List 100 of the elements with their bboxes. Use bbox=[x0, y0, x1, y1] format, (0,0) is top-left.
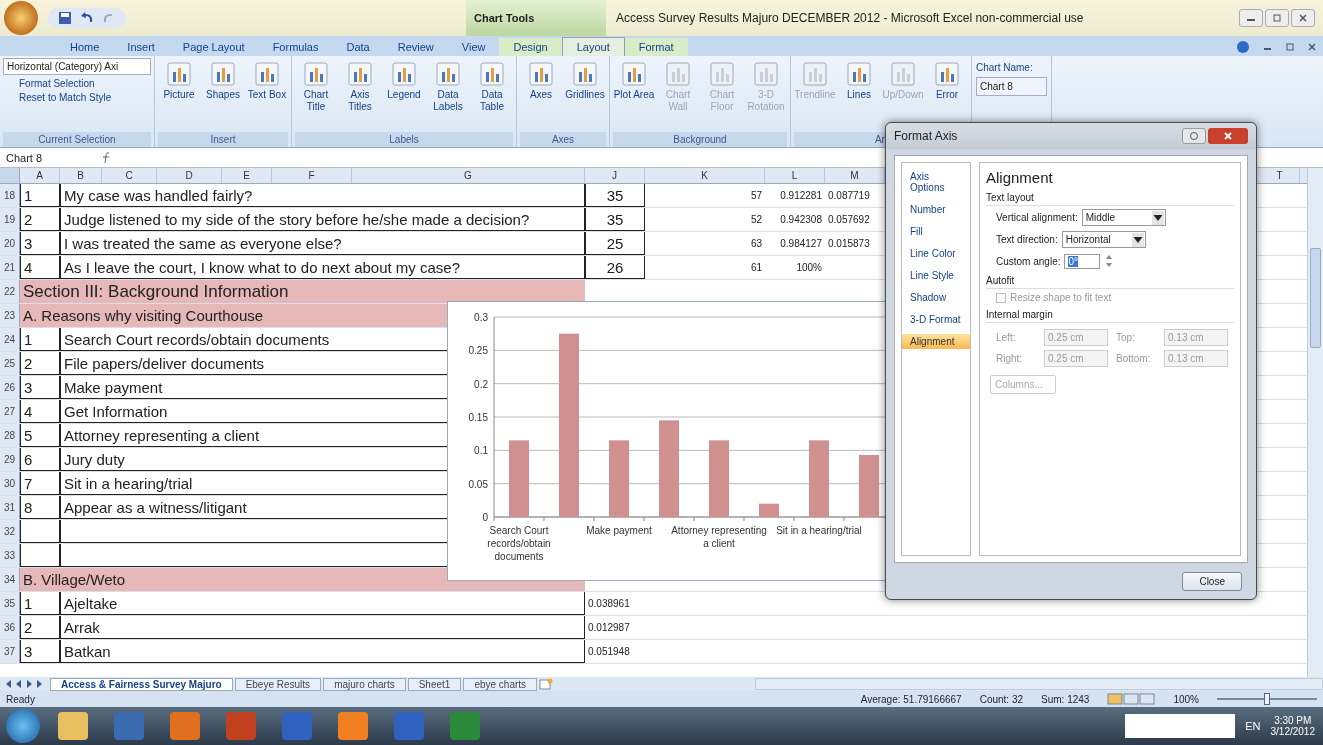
ribbon-button[interactable]: Lines bbox=[838, 58, 880, 132]
bar[interactable] bbox=[509, 440, 529, 517]
row-header[interactable]: 26 bbox=[0, 376, 20, 399]
ribbon-button[interactable]: Reset to Match Style bbox=[3, 92, 151, 103]
bar[interactable] bbox=[759, 503, 779, 517]
row-header[interactable]: 20 bbox=[0, 232, 20, 255]
column-header[interactable]: C bbox=[102, 168, 157, 183]
ribbon-button[interactable]: Shapes bbox=[202, 58, 244, 132]
ribbon-tab[interactable]: Format bbox=[624, 38, 688, 56]
close-button[interactable]: Close bbox=[1182, 571, 1242, 591]
row-header[interactable]: 34 bbox=[0, 568, 20, 591]
ribbon-button[interactable]: Gridlines bbox=[564, 58, 606, 132]
row-header[interactable]: 32 bbox=[0, 520, 20, 543]
dialog-nav-item[interactable]: Alignment bbox=[902, 334, 970, 349]
column-header[interactable]: K bbox=[645, 168, 765, 183]
row-header[interactable]: 36 bbox=[0, 616, 20, 639]
sheet-tab[interactable]: Ebeye Results bbox=[234, 677, 322, 691]
column-header[interactable]: B bbox=[60, 168, 102, 183]
ribbon-tab[interactable]: Review bbox=[383, 38, 448, 56]
minimize-button[interactable] bbox=[1239, 9, 1263, 27]
ribbon-button[interactable]: Legend bbox=[383, 58, 425, 132]
help-icon[interactable] bbox=[1237, 41, 1249, 53]
sheet-tab[interactable]: ebye charts bbox=[463, 677, 538, 691]
column-header[interactable]: T bbox=[1260, 168, 1300, 183]
column-header[interactable]: L bbox=[765, 168, 825, 183]
row-header[interactable]: 30 bbox=[0, 472, 20, 495]
dialog-nav-item[interactable]: Line Color bbox=[902, 246, 970, 261]
ribbon-tab[interactable]: View bbox=[447, 38, 500, 56]
row-header[interactable]: 22 bbox=[0, 280, 20, 303]
ribbon-button[interactable]: Plot Area bbox=[613, 58, 655, 132]
text-direction-dropdown[interactable]: Horizontal bbox=[1061, 231, 1146, 248]
ribbon-button[interactable]: Chart Title bbox=[295, 58, 337, 132]
help-button[interactable] bbox=[1182, 128, 1206, 144]
sheet-navigation-icon[interactable] bbox=[4, 679, 44, 689]
ribbon-tab[interactable]: Data bbox=[332, 38, 384, 56]
bar[interactable] bbox=[559, 333, 579, 517]
row-header[interactable]: 24 bbox=[0, 328, 20, 351]
row-header[interactable]: 31 bbox=[0, 496, 20, 519]
sheet-tab[interactable]: majuro charts bbox=[323, 677, 406, 691]
ribbon-button[interactable]: Text Box bbox=[246, 58, 288, 132]
ribbon-tab[interactable]: Formulas bbox=[258, 38, 333, 56]
ribbon-button[interactable]: Format Selection bbox=[3, 78, 151, 89]
view-buttons-icon[interactable] bbox=[1107, 693, 1156, 705]
ribbon-button[interactable]: Data Labels bbox=[427, 58, 469, 132]
custom-angle-field[interactable]: 0° bbox=[1064, 253, 1101, 269]
close-button[interactable] bbox=[1208, 128, 1248, 144]
ribbon-tab[interactable]: Insert bbox=[113, 38, 169, 56]
search-field[interactable] bbox=[1125, 714, 1236, 738]
dialog-nav-item[interactable]: Line Style bbox=[902, 268, 970, 283]
horizontal-scrollbar[interactable] bbox=[755, 678, 1323, 690]
sheet-tab[interactable]: Sheet1 bbox=[407, 677, 462, 691]
close-button[interactable] bbox=[1291, 9, 1315, 27]
dialog-nav-item[interactable]: Shadow bbox=[902, 290, 970, 305]
close-icon[interactable] bbox=[1307, 42, 1317, 52]
column-header[interactable]: G bbox=[352, 168, 585, 183]
bar[interactable] bbox=[659, 420, 679, 517]
chart[interactable]: 0 0.05 0.1 0.15 0.2 0.25 0.3 Search Court records/obtain documents Make payment Attorney representing a client Sit in a hearing/trial bbox=[447, 301, 887, 581]
dialog-nav-item[interactable]: Axis Options bbox=[902, 169, 970, 195]
language-indicator[interactable]: EN bbox=[1245, 720, 1261, 732]
bar[interactable] bbox=[709, 440, 729, 517]
column-header[interactable]: F bbox=[272, 168, 352, 183]
dialog-nav-item[interactable]: Number bbox=[902, 202, 970, 217]
chart-element-dropdown[interactable]: Horizontal (Category) Axi bbox=[3, 58, 151, 75]
dialog-nav-item[interactable]: 3-D Format bbox=[902, 312, 970, 327]
column-header[interactable]: A bbox=[20, 168, 60, 183]
row-header[interactable]: 21 bbox=[0, 256, 20, 279]
column-header[interactable]: E bbox=[222, 168, 272, 183]
ribbon-button[interactable]: Data Table bbox=[471, 58, 513, 132]
column-header[interactable]: J bbox=[585, 168, 645, 183]
ribbon-button[interactable]: Picture bbox=[158, 58, 200, 132]
save-icon[interactable] bbox=[58, 11, 72, 25]
chart-name-field[interactable]: Chart 8 bbox=[976, 77, 1047, 96]
column-header[interactable]: D bbox=[157, 168, 222, 183]
bar[interactable] bbox=[859, 455, 879, 517]
ribbon-tab[interactable]: Home bbox=[56, 38, 114, 56]
start-button[interactable] bbox=[6, 709, 40, 743]
row-header[interactable]: 18 bbox=[0, 184, 20, 207]
ribbon-button[interactable]: Axis Titles bbox=[339, 58, 381, 132]
new-sheet-icon[interactable] bbox=[539, 678, 554, 690]
row-header[interactable]: 29 bbox=[0, 448, 20, 471]
row-header[interactable]: 27 bbox=[0, 400, 20, 423]
name-box[interactable]: Chart 8 bbox=[0, 151, 70, 164]
ribbon-tab[interactable]: Page Layout bbox=[168, 38, 259, 56]
vertical-scrollbar[interactable] bbox=[1307, 168, 1323, 677]
row-header[interactable]: 23 bbox=[0, 304, 20, 327]
row-header[interactable]: 33 bbox=[0, 544, 20, 567]
ribbon-tab[interactable]: Design bbox=[499, 38, 562, 56]
spinner-arrows-icon[interactable] bbox=[1104, 253, 1115, 269]
undo-icon[interactable] bbox=[80, 11, 94, 25]
ribbon-button[interactable]: Axes bbox=[520, 58, 562, 132]
bar[interactable] bbox=[809, 440, 829, 517]
restore-icon[interactable] bbox=[1285, 42, 1295, 52]
vertical-alignment-dropdown[interactable]: Middle bbox=[1081, 209, 1166, 226]
sheet-tab[interactable]: Access & Fairness Survey Majuro bbox=[50, 677, 233, 691]
ribbon-tab[interactable]: Layout bbox=[561, 37, 625, 56]
row-header[interactable]: 28 bbox=[0, 424, 20, 447]
select-all-corner[interactable] bbox=[0, 168, 20, 183]
row-header[interactable]: 25 bbox=[0, 352, 20, 375]
ribbon-button[interactable]: Error bbox=[926, 58, 968, 132]
dialog-nav-item[interactable]: Fill bbox=[902, 224, 970, 239]
